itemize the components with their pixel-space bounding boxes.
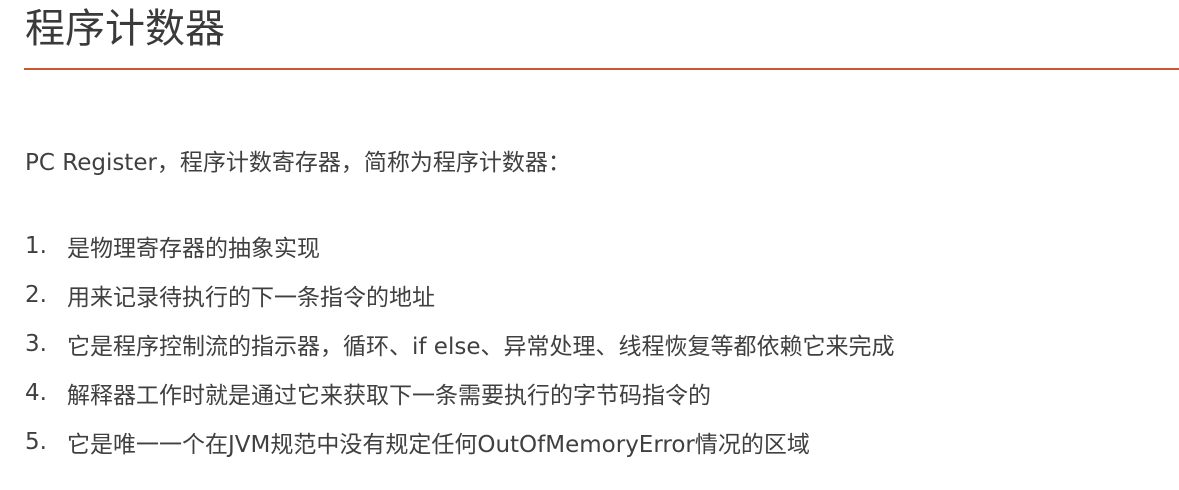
point-list: 1. 是物理寄存器的抽象实现 2. 用来记录待执行的下一条指令的地址 3. 它是… (25, 221, 894, 466)
list-item-number: 2. (25, 281, 47, 308)
page-title: 程序计数器 (25, 6, 225, 52)
list-item-number: 4. (25, 379, 47, 406)
list-item-number: 1. (25, 232, 47, 259)
title-divider (24, 68, 1179, 70)
intro-text: PC Register，程序计数寄存器，简称为程序计数器： (25, 150, 571, 176)
list-item: 2. 用来记录待执行的下一条指令的地址 (25, 270, 894, 319)
list-item-text: 是物理寄存器的抽象实现 (67, 235, 320, 262)
list-item-text: 它是程序控制流的指示器，循环、if else、异常处理、线程恢复等都依赖它来完成 (67, 333, 895, 360)
list-item: 4. 解释器工作时就是通过它来获取下一条需要执行的字节码指令的 (25, 368, 894, 417)
list-item: 5. 它是唯一一个在JVM规范中没有规定任何OutOfMemoryError情况… (25, 417, 894, 466)
list-item-text: 用来记录待执行的下一条指令的地址 (67, 284, 435, 311)
list-item-number: 3. (25, 330, 47, 357)
list-item: 3. 它是程序控制流的指示器，循环、if else、异常处理、线程恢复等都依赖它… (25, 319, 894, 368)
list-item-text: 解释器工作时就是通过它来获取下一条需要执行的字节码指令的 (67, 382, 711, 409)
list-item: 1. 是物理寄存器的抽象实现 (25, 221, 894, 270)
list-item-text: 它是唯一一个在JVM规范中没有规定任何OutOfMemoryError情况的区域 (67, 431, 810, 458)
list-item-number: 5. (25, 428, 47, 455)
